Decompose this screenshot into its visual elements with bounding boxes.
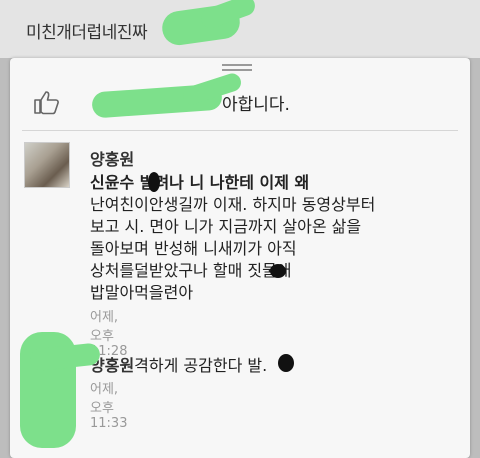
avatar[interactable]	[24, 142, 70, 188]
like-row[interactable]: 아합니다.	[32, 71, 452, 119]
comment-line: 돌아보며 반성해 니새끼가 아직	[90, 239, 297, 258]
comment-line: 난여친이안생길까 이재. 하지마 동영상부터	[90, 195, 376, 214]
comment-line: 보고 시. 면아 니가 지금까지 살아온 삶을	[90, 217, 362, 236]
comment-timestamp: 어제, 오후 11:33	[90, 382, 128, 431]
drag-handle-icon[interactable]	[222, 64, 252, 66]
likes-panel: 아합니다. 양홍원 신윤수 발려나 니 나한테 이제 왜 난여친이안생길까 이재…	[10, 58, 470, 458]
top-comment-card: 미친개더럽네진짜	[0, 0, 480, 58]
comment-author[interactable]: 양홍원	[90, 146, 134, 170]
redaction-blot	[278, 354, 294, 372]
comment-text-row: 양홍원격하게 공감한다 발.	[90, 352, 267, 376]
comment-body: 격하게 공감한다 발.	[134, 356, 268, 375]
thumbs-up-icon[interactable]	[32, 88, 60, 116]
redaction-blot	[148, 172, 160, 192]
comment-line: 신윤수 발려나 니 나한테 이제 왜	[90, 173, 310, 192]
divider	[22, 130, 458, 131]
comment-line: 밥말아먹을련아	[90, 283, 194, 302]
top-comment-text: 미친개더럽네진짜	[26, 23, 148, 43]
comment-body: 신윤수 발려나 니 나한테 이제 왜 난여친이안생길까 이재. 하지마 동영상부…	[90, 172, 460, 304]
redaction-blot	[270, 264, 286, 278]
like-summary-text: 아합니다.	[222, 95, 290, 115]
